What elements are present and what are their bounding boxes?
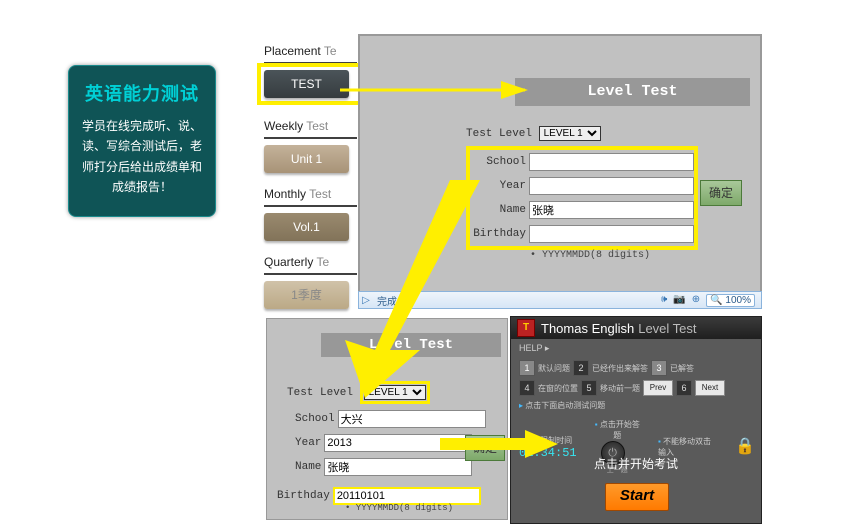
tutor-keys-2: 4在窗的位置 5移动前一题 Prev 6 Next xyxy=(511,378,761,398)
level-select-row: Test Level LEVEL 1 xyxy=(466,126,601,141)
cam-icon[interactable]: 📷 xyxy=(673,294,685,307)
name-input[interactable] xyxy=(529,201,694,219)
status-text: 完成 xyxy=(373,293,661,308)
prev-button[interactable]: Prev xyxy=(643,380,673,396)
app-title-bar: T Thomas English Level Test xyxy=(511,317,761,339)
browser-status-bar: ▷ 完成 🕪 📷 ⊕ 🔍 100% xyxy=(358,291,762,309)
level-select-2[interactable]: LEVEL 1 xyxy=(364,385,426,400)
callout-box: 英语能力测试 学员在线完成听、说、读、写综合测试后，老师打分后给出成绩单和成绩报… xyxy=(68,65,216,217)
play-icon[interactable]: ▷ xyxy=(359,295,373,306)
confirm-button-2[interactable]: 确定 xyxy=(465,435,505,461)
tip-text: ▸ 点击下面启动测试问题 xyxy=(511,398,761,413)
callout-body: 学员在线完成听、说、读、写综合测试后，老师打分后给出成绩单和成绩报告！ xyxy=(77,116,207,198)
help-link[interactable]: HELP ▸ xyxy=(511,339,761,358)
level-select[interactable]: LEVEL 1 xyxy=(539,126,601,141)
birthday-input[interactable] xyxy=(529,225,694,243)
app-subtitle: Level Test xyxy=(638,321,696,336)
callout-title: 英语能力测试 xyxy=(77,80,207,106)
tab-title-quarterly: Quarterly Te xyxy=(264,255,357,269)
tab-btn-unit1[interactable]: Unit 1 xyxy=(264,145,349,173)
school-input[interactable] xyxy=(529,153,694,171)
exam-app-window: T Thomas English Level Test HELP ▸ 1默认问题… xyxy=(510,316,762,524)
tab-btn-test[interactable]: TEST xyxy=(264,70,349,98)
exam-instruction: 点击并开始考试 xyxy=(511,455,761,472)
app-brand: Thomas English xyxy=(541,321,634,336)
highlight-box: TEST xyxy=(257,63,364,105)
level-test-panel-empty: Level Test Test Level LEVEL 1 School Yea… xyxy=(358,34,762,308)
next-button[interactable]: Next xyxy=(695,380,725,396)
test-tabs: Placement Te TEST Weekly Test Unit 1 Mon… xyxy=(264,44,357,323)
level-select-row-2: Test Level LEVEL 1 xyxy=(287,381,430,404)
tutor-keys: 1默认问题 2已经作出来解答 3已解答 xyxy=(511,358,761,378)
tab-title-placement: Placement Te xyxy=(264,44,357,58)
app-logo-icon: T xyxy=(517,319,535,337)
zoom-level[interactable]: 🔍 100% xyxy=(706,294,755,307)
level-test-banner-2: Level Test xyxy=(321,333,501,357)
name-input-2[interactable] xyxy=(324,458,472,476)
birthday-hint: • YYYYMMDD(8 digits) xyxy=(530,250,650,261)
tab-title-weekly: Weekly Test xyxy=(264,119,357,133)
tab-btn-q1[interactable]: 1季度 xyxy=(264,281,349,309)
year-input-2[interactable] xyxy=(324,434,472,452)
start-button[interactable]: Start xyxy=(605,483,669,511)
globe-icon[interactable]: ⊕ xyxy=(692,294,700,307)
birthday-hint-2: • YYYYMMDD(8 digits) xyxy=(345,503,453,513)
year-input[interactable] xyxy=(529,177,694,195)
level-form-highlight: School Year Name Birthday xyxy=(466,146,698,250)
school-input-2[interactable] xyxy=(338,410,486,428)
confirm-button[interactable]: 确定 xyxy=(700,180,742,206)
level-test-panel-filled: Level Test Test Level LEVEL 1 School Yea… xyxy=(266,318,508,520)
sound-icon[interactable]: 🕪 xyxy=(661,294,667,307)
tab-title-monthly: Monthly Test xyxy=(264,187,357,201)
tab-btn-vol1[interactable]: Vol.1 xyxy=(264,213,349,241)
level-test-banner: Level Test xyxy=(515,78,750,106)
